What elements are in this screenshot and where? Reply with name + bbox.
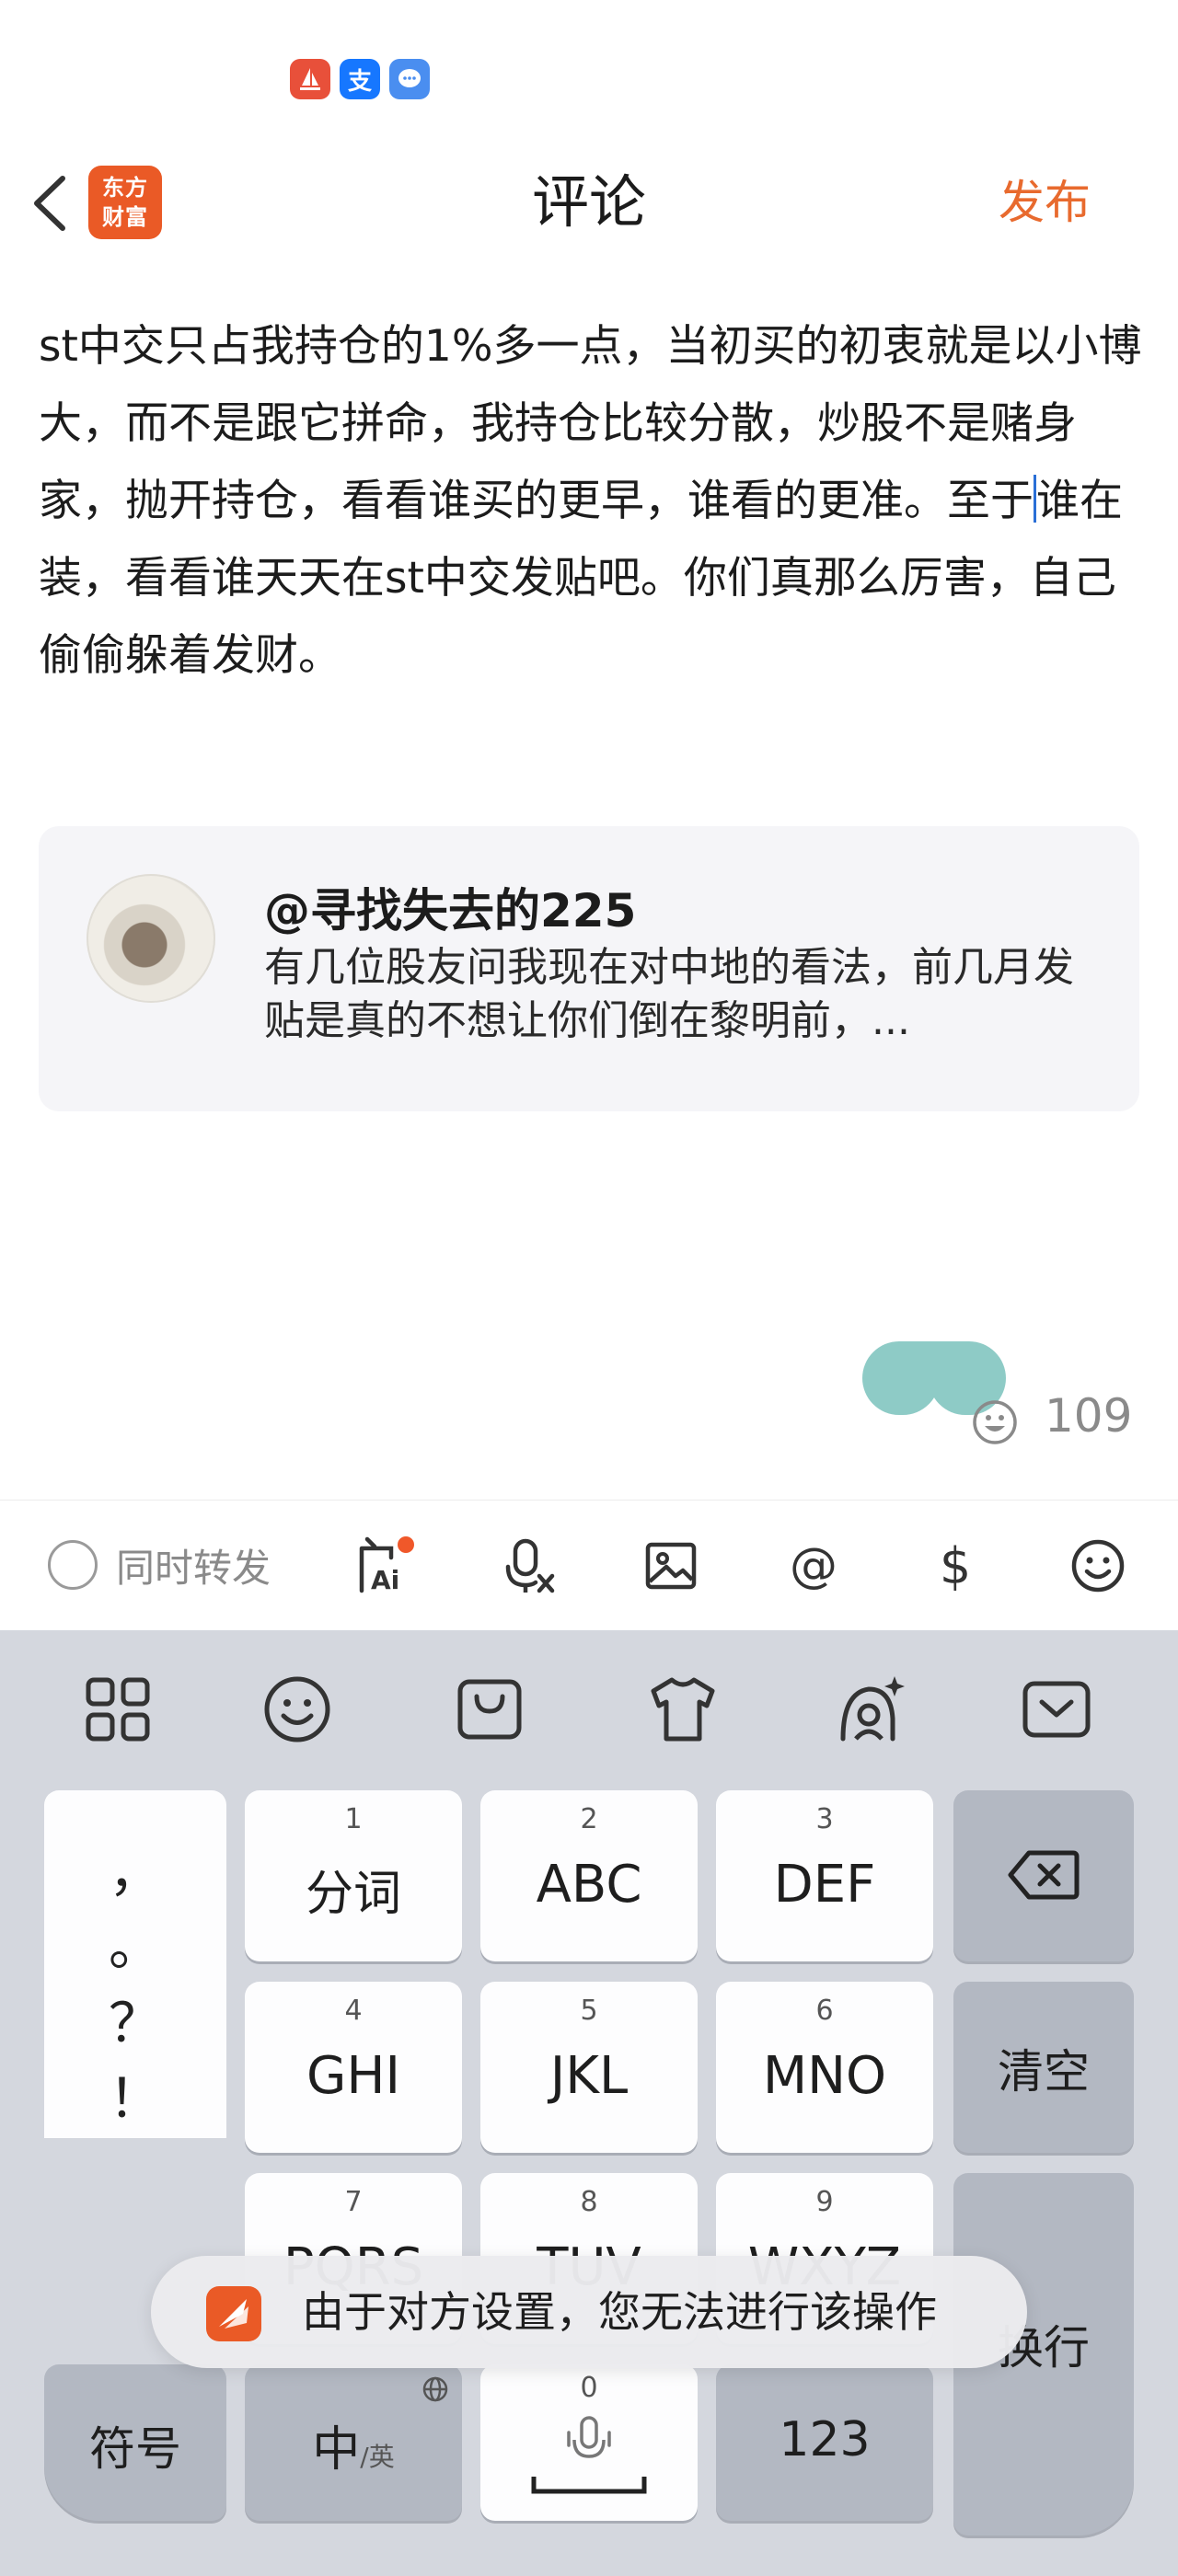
status-bar: 支 xyxy=(0,0,1178,138)
avatar xyxy=(87,874,215,1003)
quoted-post-card[interactable]: @寻找失去的225 有几位股友问我现在对中地的看法，前几月发贴是真的不想让你们倒… xyxy=(39,826,1139,1111)
collapse-keyboard-icon[interactable] xyxy=(1020,1673,1093,1746)
comment-text-before: st中交只占我持仓的1%多一点，当初买的初衷就是以小博大，而不是跟它拼命，我持仓… xyxy=(39,321,1142,526)
space-bar-icon xyxy=(531,2477,647,2494)
smile-icon xyxy=(973,1400,1017,1444)
at-mention-button[interactable]: @ xyxy=(781,1534,846,1598)
key-4-ghi[interactable]: 4 GHI xyxy=(245,1982,462,2153)
backspace-icon xyxy=(1008,1850,1080,1900)
key-6-mno[interactable]: 6 MNO xyxy=(716,1982,933,2153)
notification-dot xyxy=(398,1536,414,1553)
quoted-username: @寻找失去的225 xyxy=(264,884,637,937)
clear-key[interactable]: 清空 xyxy=(953,1982,1134,2153)
toast-text: 由于对方设置，您无法进行该操作 xyxy=(302,2287,937,2337)
space-key[interactable]: 0 xyxy=(480,2364,698,2521)
punct-period[interactable]: 。 xyxy=(44,1903,226,1980)
sail-icon xyxy=(290,59,330,99)
symbol-key[interactable]: 符号 xyxy=(44,2364,226,2521)
remaining-character-count: 109 xyxy=(1045,1389,1133,1443)
back-button[interactable] xyxy=(24,171,79,236)
image-icon[interactable] xyxy=(639,1534,703,1598)
language-switch-key[interactable]: 中/英 xyxy=(245,2364,462,2521)
voice-to-text-icon[interactable] xyxy=(497,1534,561,1598)
dollar-icon: $ xyxy=(940,1537,971,1595)
quoted-post-excerpt: 有几位股友问我现在对中地的看法，前几月发贴是真的不想让你们倒在黎明前，... xyxy=(264,944,1074,1044)
keyboard-toolbar xyxy=(0,1630,1178,1787)
forward-toggle[interactable]: 同时转发 xyxy=(48,1537,271,1593)
svg-text:$: $ xyxy=(940,1537,971,1595)
punctuation-panel[interactable]: ， 。 ？ ！ xyxy=(44,1790,226,2138)
emoji-icon xyxy=(1071,1539,1125,1593)
comment-input[interactable]: st中交只占我持仓的1%多一点，当初买的初衷就是以小博大，而不是跟它拼命，我持仓… xyxy=(39,308,1143,695)
key-5-jkl[interactable]: 5 JKL xyxy=(480,1982,698,2153)
publish-button[interactable]: 发布 xyxy=(999,156,1091,248)
key-3-def[interactable]: 3 DEF xyxy=(716,1790,933,1961)
notification-icons: 支 xyxy=(290,59,430,99)
key-1-segment[interactable]: 1 分词 xyxy=(245,1790,462,1961)
key-2-abc[interactable]: 2 ABC xyxy=(480,1790,698,1961)
keyboard: ， 。 ？ ！ 1 分词 2 ABC 3 DEF 4 GHI 5 JKL 6 M… xyxy=(0,1630,1178,2576)
stock-tag-button[interactable]: $ xyxy=(923,1534,987,1598)
forward-label: 同时转发 xyxy=(116,1545,271,1591)
alipay-icon: 支 xyxy=(340,59,380,99)
at-icon: @ xyxy=(790,1538,837,1593)
radio-circle-icon[interactable] xyxy=(48,1540,98,1590)
numeric-key[interactable]: 123 xyxy=(716,2364,933,2521)
punct-comma[interactable]: ， xyxy=(44,1829,226,1906)
app-logo-icon xyxy=(206,2286,261,2341)
grid-icon[interactable] xyxy=(81,1673,155,1746)
ai-question-icon[interactable]: Ai xyxy=(354,1534,419,1598)
message-icon xyxy=(389,59,430,99)
emoji-button[interactable] xyxy=(1066,1534,1130,1598)
emoji-icon[interactable] xyxy=(260,1673,334,1746)
compose-toolbar: 同时转发 Ai @ $ xyxy=(0,1500,1178,1630)
toast-message: 由于对方设置，您无法进行该操作 xyxy=(151,2256,1027,2368)
globe-icon xyxy=(422,2376,448,2402)
punct-question[interactable]: ？ xyxy=(44,1980,226,2057)
header: 评论 东方 财富 发布 xyxy=(0,156,1178,248)
backspace-key[interactable] xyxy=(953,1790,1134,1961)
ai-avatar-icon[interactable] xyxy=(834,1673,907,1746)
svg-text:@: @ xyxy=(790,1538,837,1593)
chevron-left-icon xyxy=(34,176,65,231)
bag-icon[interactable] xyxy=(453,1673,526,1746)
punct-exclamation[interactable]: ！ xyxy=(44,2055,226,2133)
tshirt-icon[interactable] xyxy=(646,1673,720,1746)
app-logo: 东方 财富 xyxy=(88,166,162,239)
microphone-icon xyxy=(567,2416,611,2458)
svg-text:Ai: Ai xyxy=(371,1565,399,1595)
